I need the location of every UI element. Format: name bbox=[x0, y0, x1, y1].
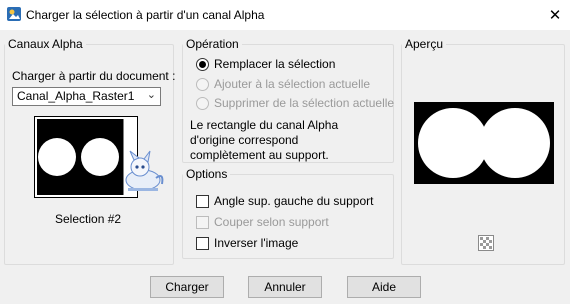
watermark-icon bbox=[125, 150, 164, 191]
cancel-button[interactable]: Annuler bbox=[248, 276, 322, 298]
document-select-value: Canal_Alpha_Raster1 bbox=[17, 89, 135, 103]
checkbox[interactable] bbox=[196, 215, 209, 229]
note-line: d'origine correspond bbox=[190, 133, 299, 147]
checkbox-label: Couper selon support bbox=[214, 215, 329, 229]
help-button[interactable]: Aide bbox=[347, 276, 421, 298]
radio-button[interactable] bbox=[196, 96, 209, 110]
operation-legend: Opération bbox=[186, 37, 239, 51]
checkbox-invert-image[interactable]: Inverser l'image bbox=[196, 236, 298, 250]
title-bar: Charger la sélection à partir d'un canal… bbox=[0, 0, 570, 30]
checkbox[interactable] bbox=[196, 194, 209, 208]
options-legend: Options bbox=[186, 167, 228, 181]
radio-button[interactable] bbox=[196, 77, 209, 91]
app-icon bbox=[7, 7, 21, 21]
selection-label: Selection #2 bbox=[55, 212, 122, 226]
chevron-down-icon: ⌄ bbox=[146, 89, 156, 101]
preview-legend: Aperçu bbox=[405, 37, 444, 51]
radio-label: Ajouter à la sélection actuelle bbox=[214, 77, 371, 91]
note-line: complètement au support. bbox=[190, 148, 329, 162]
note-line: Le rectangle du canal Alpha bbox=[190, 118, 339, 132]
window-title: Charger la sélection à partir d'un canal… bbox=[26, 8, 265, 22]
radio-replace-selection[interactable]: Remplacer la sélection bbox=[196, 57, 335, 71]
alpha-channels-legend: Canaux Alpha bbox=[8, 37, 83, 51]
checkbox-label: Angle sup. gauche du support bbox=[214, 194, 374, 208]
close-icon: ✕ bbox=[548, 7, 562, 24]
operation-note: Le rectangle du canal Alpha d'origine co… bbox=[190, 118, 338, 163]
radio-button[interactable] bbox=[196, 57, 209, 71]
checkbox[interactable] bbox=[196, 236, 209, 250]
document-select[interactable]: Canal_Alpha_Raster1 ⌄ bbox=[12, 87, 161, 106]
load-button[interactable]: Charger bbox=[150, 276, 224, 298]
checkbox-label: Inverser l'image bbox=[214, 236, 299, 250]
radio-label: Supprimer de la sélection actuelle bbox=[214, 96, 395, 110]
preview-toggle-icon[interactable] bbox=[478, 235, 494, 251]
load-from-document-label: Charger à partir du document : bbox=[12, 69, 176, 83]
checkbox-crop-to-canvas[interactable]: Couper selon support bbox=[196, 215, 329, 229]
preview-image bbox=[414, 102, 554, 184]
radio-subtract-from-selection[interactable]: Supprimer de la sélection actuelle bbox=[196, 96, 394, 110]
close-button[interactable]: ✕ bbox=[540, 0, 570, 30]
checkbox-top-left-corner[interactable]: Angle sup. gauche du support bbox=[196, 194, 373, 208]
radio-label: Remplacer la sélection bbox=[214, 57, 336, 71]
radio-add-to-selection[interactable]: Ajouter à la sélection actuelle bbox=[196, 77, 370, 91]
